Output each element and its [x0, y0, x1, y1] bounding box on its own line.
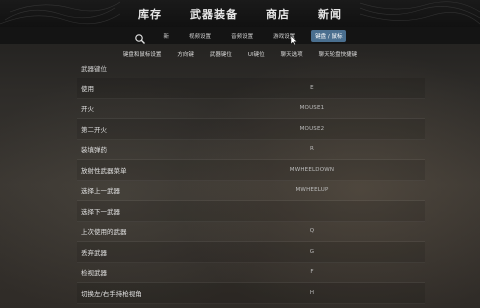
binding-key[interactable]: MWHEELUP — [267, 187, 357, 193]
category-chat-wheel[interactable]: 聊天轮盘快捷键 — [319, 50, 358, 58]
subtab-new[interactable]: 新 — [160, 30, 174, 42]
binding-key[interactable]: H — [267, 290, 357, 296]
section-title: 武器键位 — [81, 65, 107, 73]
mouse-cursor-icon — [291, 36, 297, 45]
binding-row-use[interactable]: 使用 E — [77, 78, 425, 99]
bindings-list: 使用 E 开火 MOUSE1 第二开火 MOUSE2 装填弹药 R 放射性武器菜… — [77, 78, 425, 304]
subtab-video-settings[interactable]: 视频设置 — [185, 30, 215, 42]
binding-label: 切换左/右手持枪视角 — [81, 289, 142, 298]
topo-pattern-right — [360, 1, 480, 25]
binding-row-secondary-fire[interactable]: 第二开火 MOUSE2 — [77, 119, 425, 140]
binding-key[interactable]: MWHEELDOWN — [267, 167, 357, 173]
binding-label: 放射性武器菜单 — [81, 166, 127, 175]
category-weapon-keys[interactable]: 武器键位 — [210, 50, 232, 58]
binding-row-fire[interactable]: 开火 MOUSE1 — [77, 99, 425, 119]
binding-label: 丢弃武器 — [81, 248, 107, 257]
top-navigation: 库存 武器装备 商店 新闻 — [0, 0, 480, 27]
settings-subnav: 新 视频设置 音频设置 游戏设置 键盘 / 鼠标 — [0, 27, 480, 44]
binding-row-reload[interactable]: 装填弹药 R — [77, 140, 425, 160]
binding-label: 选择上一武器 — [81, 187, 120, 196]
category-keyboard-mouse[interactable]: 键盘和鼠标设置 — [123, 50, 162, 58]
binding-row-previous-weapon[interactable]: 选择上一武器 MWHEELUP — [77, 181, 425, 201]
category-ui-keys[interactable]: UI键位 — [248, 50, 265, 58]
binding-label: 检视武器 — [81, 269, 107, 278]
search-icon[interactable] — [134, 30, 146, 44]
binding-key[interactable]: G — [267, 249, 357, 255]
tab-inventory[interactable]: 库存 — [138, 6, 162, 22]
binding-row-last-weapon[interactable]: 上次使用的武器 Q — [77, 222, 425, 242]
binding-label: 使用 — [81, 84, 94, 93]
bindings-panel: 武器键位 使用 E 开火 MOUSE1 第二开火 MOUSE2 装填弹药 R 放… — [77, 60, 425, 308]
tab-store[interactable]: 商店 — [266, 6, 290, 22]
binding-key[interactable]: R — [267, 146, 357, 152]
keybind-categories: 键盘和鼠标设置 方向键 武器键位 UI键位 聊天选项 聊天轮盘快捷键 — [0, 48, 480, 60]
binding-label: 选择下一武器 — [81, 207, 120, 216]
binding-row-radial-weapon-menu[interactable]: 放射性武器菜单 MWHEELDOWN — [77, 160, 425, 181]
subtab-keyboard-mouse[interactable]: 键盘 / 鼠标 — [311, 29, 347, 42]
binding-label: 上次使用的武器 — [81, 228, 127, 237]
binding-label: 开火 — [81, 105, 94, 114]
tab-loadout[interactable]: 武器装备 — [190, 6, 238, 22]
binding-label: 装填弹药 — [81, 146, 107, 155]
category-chat-options[interactable]: 聊天选项 — [281, 50, 303, 58]
binding-label: 第二开火 — [81, 125, 107, 134]
binding-key[interactable]: E — [267, 85, 357, 91]
topo-pattern-left — [0, 1, 120, 25]
binding-key[interactable]: MOUSE1 — [267, 105, 357, 111]
binding-row-switch-hand[interactable]: 切换左/右手持枪视角 H — [77, 283, 425, 304]
subtab-audio-settings[interactable]: 音频设置 — [227, 30, 257, 42]
binding-key[interactable]: Q — [267, 228, 357, 234]
binding-row-inspect-weapon[interactable]: 检视武器 F — [77, 263, 425, 283]
tab-news[interactable]: 新闻 — [318, 6, 342, 22]
binding-key[interactable]: MOUSE2 — [267, 126, 357, 132]
binding-key[interactable]: F — [267, 269, 357, 275]
binding-row-drop-weapon[interactable]: 丢弃武器 G — [77, 242, 425, 263]
binding-row-next-weapon[interactable]: 选择下一武器 — [77, 201, 425, 222]
category-movement-keys[interactable]: 方向键 — [177, 50, 194, 58]
